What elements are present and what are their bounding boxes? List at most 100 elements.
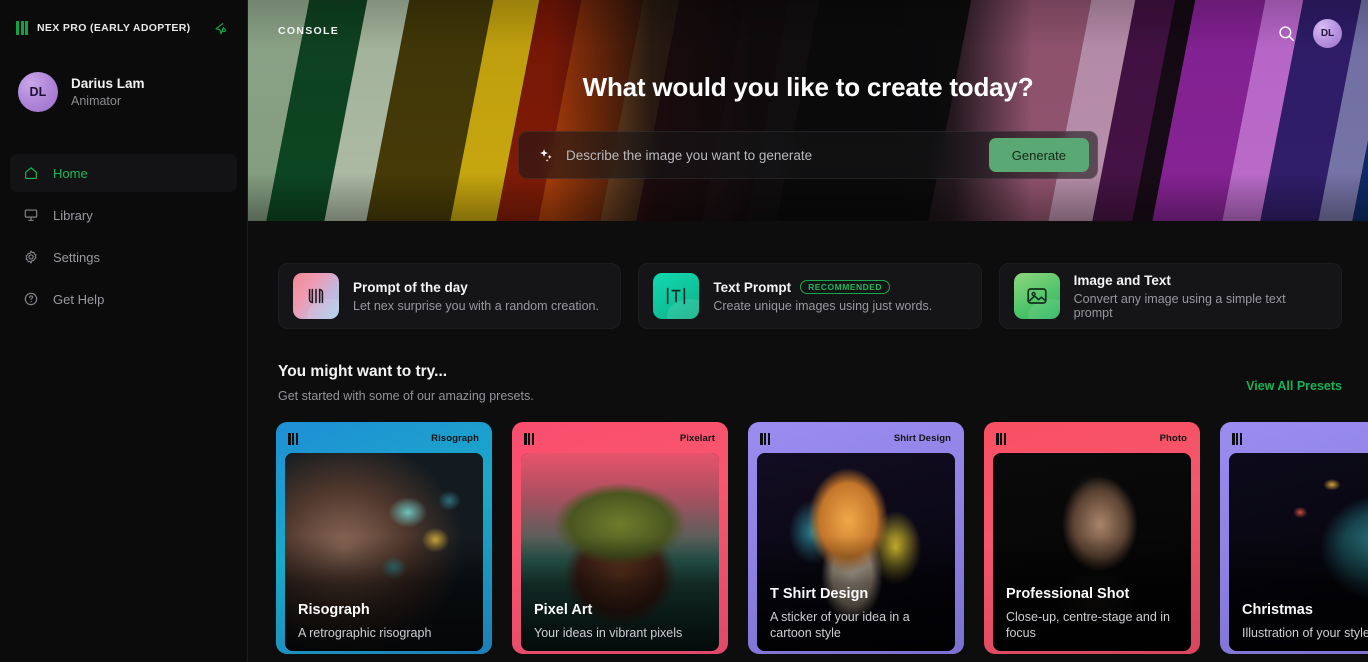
prompt-bar: Generate <box>518 131 1098 179</box>
preset-name: Professional Shot <box>1006 586 1130 602</box>
nex-logo-icon <box>996 432 1007 445</box>
nex-logo-icon <box>293 273 339 319</box>
preset-meta: Professional Shot Close-up, centre-stage… <box>1006 586 1181 641</box>
action-card-desc: Convert any image using a simple text pr… <box>1073 291 1286 320</box>
user-name: Darius Lam <box>71 75 145 91</box>
preset-name: Risograph <box>298 602 370 618</box>
search-icon[interactable] <box>1273 21 1299 47</box>
action-card-desc: Create unique images using just words. <box>713 298 933 313</box>
nex-logo-icon <box>16 21 29 35</box>
sidebar-item-label: Home <box>53 165 88 181</box>
preset-desc: Illustration of your style <box>1242 626 1368 640</box>
sparkle-icon <box>537 146 555 164</box>
preset-thumbnail: Risograph A retrographic risograph <box>285 453 483 651</box>
prompt-input[interactable] <box>566 147 989 163</box>
main-content: CONSOLE DL What would you like to create… <box>248 0 1368 662</box>
preset-desc: A retrographic risograph <box>298 626 432 640</box>
preset-meta: Risograph A retrographic risograph <box>298 602 473 641</box>
avatar: DL <box>18 72 58 112</box>
action-card-title: Image and Text <box>1074 273 1327 288</box>
preset-desc: Your ideas in vibrant pixels <box>534 626 683 640</box>
nex-logo-icon <box>760 432 771 445</box>
preset-meta: T Shirt Design A sticker of your idea in… <box>770 586 945 641</box>
preset-thumbnail: Professional Shot Close-up, centre-stage… <box>993 453 1191 651</box>
preset-card-top: Risograph <box>285 431 483 446</box>
sidebar-item-library[interactable]: Library <box>10 196 237 234</box>
preset-thumbnail: Christmas Illustration of your style <box>1229 453 1368 651</box>
preset-name: T Shirt Design <box>770 586 869 602</box>
nex-logo-icon <box>1232 432 1243 445</box>
sidebar-item-label: Library <box>53 207 93 223</box>
preset-desc: Close-up, centre-stage and in focus <box>1006 610 1170 640</box>
preset-tag: Shirt Design <box>893 433 951 444</box>
preset-meta: Pixel Art Your ideas in vibrant pixels <box>534 602 709 641</box>
hero-vignette <box>248 0 1368 221</box>
preset-name: Pixel Art <box>534 602 593 618</box>
hero-toolbar: DL <box>1273 19 1342 48</box>
header-avatar[interactable]: DL <box>1313 19 1342 48</box>
question-circle-icon <box>22 291 39 308</box>
presets-heading-text: You might want to try... Get started wit… <box>278 363 1246 403</box>
action-cards: Prompt of the day Let nex surprise you w… <box>248 221 1368 329</box>
sidebar-item-home[interactable]: Home <box>10 154 237 192</box>
preset-name: Christmas <box>1242 602 1313 618</box>
action-card-image-and-text[interactable]: Image and Text Convert any image using a… <box>998 263 1342 329</box>
user-role: Animator <box>71 93 122 108</box>
preset-thumbnail: T Shirt Design A sticker of your idea in… <box>757 453 955 651</box>
preset-tag: Risograph <box>431 433 479 444</box>
sidebar-nav: Home Library Settings Get Help <box>0 154 247 318</box>
home-icon <box>22 165 39 182</box>
preset-card-professional-shot[interactable]: Photo Professional Shot Close-up, centre… <box>984 422 1200 654</box>
action-card-text: Image and Text Convert any image using a… <box>1074 273 1327 320</box>
preset-meta: Christmas Illustration of your style <box>1242 602 1368 641</box>
generate-button[interactable]: Generate <box>988 138 1089 172</box>
preset-card-top <box>1229 431 1368 446</box>
action-card-text-prompt[interactable]: Text Prompt RECOMMENDED Create unique im… <box>638 263 982 329</box>
view-all-presets-link[interactable]: View All Presets <box>1246 379 1342 393</box>
presets-subtitle: Get started with some of our amazing pre… <box>278 389 534 403</box>
nex-logo-icon <box>524 432 535 445</box>
sidebar-brand-row: NEX PRO (EARLY ADOPTER) <box>0 0 247 56</box>
action-card-title-text: Image and Text <box>1073 272 1171 288</box>
action-card-title: Prompt of the day <box>353 280 599 295</box>
app-root: NEX PRO (EARLY ADOPTER) DL Darius Lam An… <box>0 0 1368 662</box>
preset-card-top: Shirt Design <box>757 431 955 446</box>
action-card-desc: Let nex surprise you with a random creat… <box>353 298 599 313</box>
action-card-title: Text Prompt RECOMMENDED <box>713 280 932 295</box>
presets-header: You might want to try... Get started wit… <box>248 329 1368 403</box>
preset-tag: Photo <box>1159 433 1187 444</box>
preset-tag: Pixelart <box>679 433 715 444</box>
action-card-prompt-of-the-day[interactable]: Prompt of the day Let nex surprise you w… <box>278 263 622 329</box>
preset-card-top: Photo <box>993 431 1191 446</box>
console-label: CONSOLE <box>278 25 340 37</box>
image-icon <box>1013 273 1060 319</box>
user-text: Darius Lam Animator <box>71 75 145 110</box>
preset-card-t-shirt-design[interactable]: Shirt Design T Shirt Design A sticker of… <box>748 422 964 654</box>
sidebar-item-label: Settings <box>53 249 100 265</box>
action-card-title-text: Text Prompt <box>713 279 792 295</box>
sidebar-item-label: Get Help <box>53 291 105 307</box>
presets-carousel[interactable]: Risograph Risograph A retrographic risog… <box>248 403 1368 654</box>
preset-card-pixel-art[interactable]: Pixelart Pixel Art Your ideas in vibrant… <box>512 422 728 654</box>
action-card-text: Prompt of the day Let nex surprise you w… <box>353 280 599 313</box>
action-card-title-text: Prompt of the day <box>353 279 468 295</box>
text-prompt-icon <box>653 273 700 319</box>
preset-card-top: Pixelart <box>521 431 719 446</box>
status-badge: RECOMMENDED <box>800 279 891 295</box>
preset-card-risograph[interactable]: Risograph Risograph A retrographic risog… <box>276 422 492 654</box>
action-card-text: Text Prompt RECOMMENDED Create unique im… <box>713 280 932 313</box>
gear-icon <box>22 249 39 266</box>
page-title: What would you like to create today? <box>582 72 1034 102</box>
presets-section: You might want to try... Get started wit… <box>248 329 1368 654</box>
preset-desc: A sticker of your idea in a cartoon styl… <box>770 610 910 640</box>
brand-label: NEX PRO (EARLY ADOPTER) <box>37 22 191 34</box>
sidebar: NEX PRO (EARLY ADOPTER) DL Darius Lam An… <box>0 0 248 662</box>
hero-banner: CONSOLE DL What would you like to create… <box>248 0 1368 221</box>
nex-logo-icon <box>288 432 299 445</box>
user-profile[interactable]: DL Darius Lam Animator <box>0 56 247 120</box>
library-board-icon <box>22 207 39 224</box>
collapse-arrow-icon[interactable] <box>209 17 231 39</box>
sidebar-item-settings[interactable]: Settings <box>10 238 237 276</box>
sidebar-item-get-help[interactable]: Get Help <box>10 280 237 318</box>
preset-card-christmas[interactable]: Christmas Illustration of your style <box>1220 422 1368 654</box>
